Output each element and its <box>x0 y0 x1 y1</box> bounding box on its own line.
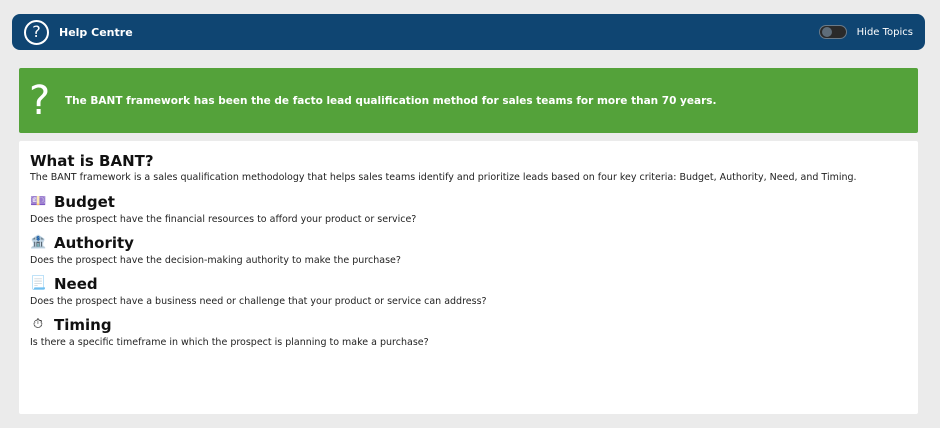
section-description: Does the prospect have the decision-maki… <box>30 255 401 266</box>
bank-icon: 🏦 <box>30 235 47 250</box>
section-title: Budget <box>54 193 115 211</box>
section-title: Timing <box>54 316 112 334</box>
section-description: Is there a specific timeframe in which t… <box>30 337 429 348</box>
section-need: 📃 Need Does the prospect have a business… <box>30 273 907 308</box>
money-icon: 💷 <box>30 194 47 209</box>
toggle-switch[interactable] <box>818 25 847 39</box>
header-title: Help Centre <box>59 25 133 39</box>
stopwatch-icon: ⏱ <box>32 317 44 332</box>
help-circle-icon[interactable]: ? <box>24 19 49 45</box>
question-mark-icon: ? <box>29 77 51 124</box>
page-title: What is BANT? <box>30 152 154 170</box>
page-description: The BANT framework is a sales qualificat… <box>30 172 857 183</box>
help-centre-header: ? Help Centre Hide Topics <box>12 14 925 50</box>
section-title: Authority <box>54 234 134 252</box>
info-banner: ? The BANT framework has been the de fac… <box>19 68 918 133</box>
hide-topics-toggle[interactable]: Hide Topics <box>818 25 913 39</box>
section-description: Does the prospect have the financial res… <box>30 214 417 225</box>
section-timing: ⏱ Timing Is there a specific timeframe i… <box>30 314 907 349</box>
section-authority: 🏦 Authority Does the prospect have the d… <box>30 232 907 267</box>
section-budget: 💷 Budget Does the prospect have the fina… <box>30 191 907 226</box>
banner-text: The BANT framework has been the de facto… <box>65 94 717 107</box>
section-title: Need <box>54 275 98 293</box>
toggle-knob <box>821 27 832 37</box>
section-description: Does the prospect have a business need o… <box>30 296 487 307</box>
document-icon: 📃 <box>30 276 47 291</box>
toggle-label[interactable]: Hide Topics <box>857 27 913 38</box>
content-panel: What is BANT? The BANT framework is a sa… <box>19 141 918 414</box>
